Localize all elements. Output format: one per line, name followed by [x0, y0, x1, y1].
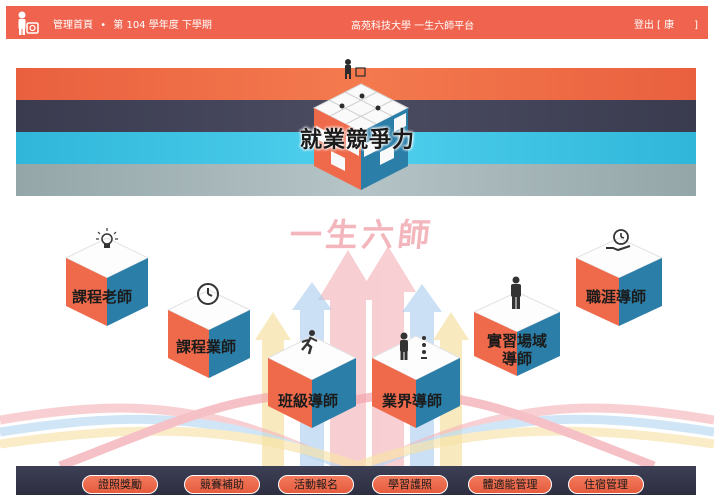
- internship-mentor-label-line2: 導師: [501, 350, 532, 368]
- internship-mentor-label: 實習場域 導師: [478, 332, 556, 368]
- class-mentor-cube[interactable]: 班級導師: [266, 322, 358, 430]
- standing-person-icon: [511, 276, 521, 309]
- class-mentor-label: 班級導師: [278, 392, 339, 410]
- course-teacher-label: 課程老師: [72, 288, 133, 306]
- top-bar: 管理首頁 • 第 104 學年度 下學期 高苑科技大學 一生六師平台 登出 [ …: [6, 6, 708, 39]
- nav-learning-passport[interactable]: 學習護照: [372, 475, 448, 494]
- site-title: 高苑科技大學 一生六師平台: [351, 21, 475, 32]
- industry-mentor-cube[interactable]: 業界導師: [370, 322, 462, 430]
- businessman-icon: [400, 332, 427, 360]
- bottom-nav: 證照獎勵 競賽補助 活動報名 學習護照 體適能管理 住宿管理: [16, 466, 696, 495]
- breadcrumb: 管理首頁 • 第 104 學年度 下學期: [53, 16, 216, 31]
- motto-title: 一生六師: [287, 216, 436, 254]
- nav-dormitory-management[interactable]: 住宿管理: [568, 475, 644, 494]
- career-mentor-cube[interactable]: 職涯導師: [574, 226, 664, 330]
- course-teacher-cube[interactable]: 課程老師: [64, 228, 150, 328]
- course-industry-cube[interactable]: 課程業師: [166, 280, 252, 380]
- industry-mentor-label: 業界導師: [382, 392, 443, 410]
- term-label: 第 104 學年度 下學期: [113, 20, 212, 31]
- breadcrumb-separator: •: [100, 20, 107, 31]
- internship-mentor-cube[interactable]: 實習場域 導師: [472, 270, 562, 378]
- runner-icon: [301, 330, 318, 355]
- nav-fitness-management[interactable]: 體適能管理: [468, 475, 552, 494]
- banner-label: 就業競爭力: [300, 128, 416, 153]
- clock-icon: [197, 283, 219, 305]
- hand-clock-icon: [606, 229, 631, 252]
- nav-license-reward[interactable]: 證照獎勵: [82, 475, 158, 494]
- internship-mentor-label-line1: 實習場域: [486, 332, 547, 350]
- career-mentor-label: 職涯導師: [586, 288, 647, 306]
- logout-link[interactable]: 登出 [ 康 ]: [634, 16, 698, 31]
- user-avatar-icon[interactable]: [12, 9, 40, 37]
- nav-event-registration[interactable]: 活動報名: [278, 475, 354, 494]
- nav-competition-subsidy[interactable]: 競賽補助: [184, 475, 260, 494]
- course-industry-label: 課程業師: [176, 338, 237, 356]
- home-link[interactable]: 管理首頁: [53, 20, 93, 31]
- lightbulb-icon: [96, 228, 118, 248]
